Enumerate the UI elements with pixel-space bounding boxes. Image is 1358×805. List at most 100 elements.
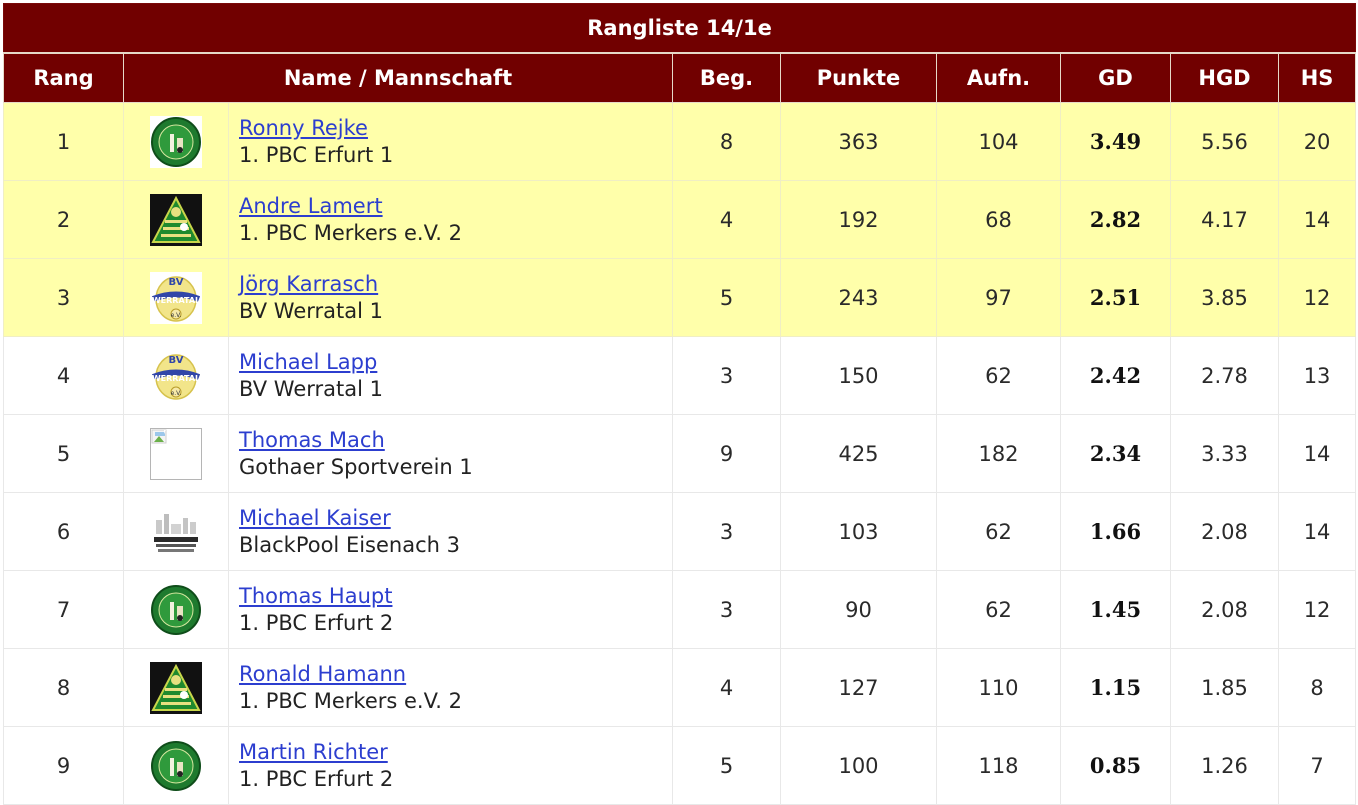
name-cell: Michael Kaiser BlackPool Eisenach 3 (228, 492, 673, 571)
name-cell: Ronald Hamann 1. PBC Merkers e.V. 2 (228, 648, 673, 727)
player-name-link[interactable]: Thomas Haupt (239, 583, 672, 610)
gd-cell: 1.15 (1060, 648, 1171, 727)
header-aufn: Aufn. (936, 52, 1061, 103)
hgd-cell: 4.17 (1170, 180, 1279, 259)
aufn-cell: 97 (936, 258, 1061, 337)
team-logo-icon: BV WERRATAL e.V. (149, 271, 203, 325)
aufn-cell: 62 (936, 336, 1061, 415)
player-name-link[interactable]: Andre Lamert (239, 193, 672, 220)
hs-cell: 8 (1277, 648, 1357, 727)
svg-text:WERRATAL: WERRATAL (152, 374, 200, 383)
beg-cell: 3 (672, 570, 781, 649)
player-name-link[interactable]: Thomas Mach (239, 427, 672, 454)
team-logo-icon (149, 505, 203, 559)
hgd-cell: 1.26 (1170, 726, 1279, 805)
header-beg: Beg. (672, 52, 781, 103)
gd-cell: 1.66 (1060, 492, 1171, 571)
gd-cell: 2.51 (1060, 258, 1171, 337)
ranking-table: Rangliste 14/1e Rang Name / Mannschaft B… (2, 3, 1357, 805)
team-name: 1. PBC Erfurt 2 (239, 766, 394, 791)
name-cell: Thomas Haupt 1. PBC Erfurt 2 (228, 570, 673, 649)
table-row: 3 BV WERRATAL e.V. Jörg Karrasch BV Werrata… (3, 258, 1357, 337)
gd-cell: 0.85 (1060, 726, 1171, 805)
team-logo-cell (123, 648, 229, 727)
name-cell: Michael Lapp BV Werratal 1 (228, 336, 673, 415)
table-row: 9 Martin Richter 1. PBC Erfurt 2 5 100 118 0.… (3, 726, 1357, 805)
punkte-cell: 90 (780, 570, 937, 649)
gd-cell: 3.49 (1060, 102, 1171, 181)
rank-cell: 9 (3, 726, 124, 805)
hs-cell: 13 (1277, 336, 1357, 415)
aufn-cell: 182 (936, 414, 1061, 493)
table-title: Rangliste 14/1e (2, 3, 1357, 54)
team-logo-icon (149, 115, 203, 169)
player-name-link[interactable]: Michael Kaiser (239, 505, 672, 532)
hgd-cell: 1.85 (1170, 648, 1279, 727)
rank-cell: 1 (3, 102, 124, 181)
punkte-cell: 243 (780, 258, 937, 337)
header-hs: HS (1277, 52, 1357, 103)
hgd-cell: 2.08 (1170, 492, 1279, 571)
table-row: 5 Thomas Mach Gothaer Sportverein 1 9 425 18… (3, 414, 1357, 493)
beg-cell: 5 (672, 726, 781, 805)
beg-cell: 3 (672, 492, 781, 571)
beg-cell: 4 (672, 648, 781, 727)
punkte-cell: 103 (780, 492, 937, 571)
player-name-link[interactable]: Ronald Hamann (239, 661, 672, 688)
team-logo-cell (123, 570, 229, 649)
broken-image-icon (149, 427, 203, 481)
punkte-cell: 192 (780, 180, 937, 259)
team-logo-cell (123, 102, 229, 181)
name-cell: Jörg Karrasch BV Werratal 1 (228, 258, 673, 337)
hs-cell: 14 (1277, 492, 1357, 571)
hs-cell: 20 (1277, 102, 1357, 181)
team-logo-cell (123, 414, 229, 493)
table-row: 6 Michael Kaiser BlackPool Eisenach 3 3 103… (3, 492, 1357, 571)
team-logo-icon (149, 739, 203, 793)
header-hgd: HGD (1170, 52, 1279, 103)
name-cell: Martin Richter 1. PBC Erfurt 2 (228, 726, 673, 805)
punkte-cell: 363 (780, 102, 937, 181)
team-logo-cell: BV WERRATAL e.V. (123, 258, 229, 337)
rank-cell: 3 (3, 258, 124, 337)
name-cell: Ronny Rejke 1. PBC Erfurt 1 (228, 102, 673, 181)
header-punkte: Punkte (780, 52, 937, 103)
name-cell: Thomas Mach Gothaer Sportverein 1 (228, 414, 673, 493)
table-row: 8 Ronald Hamann 1. PBC Merkers e.V. 2 4 127… (3, 648, 1357, 727)
gd-cell: 2.82 (1060, 180, 1171, 259)
hgd-cell: 2.78 (1170, 336, 1279, 415)
aufn-cell: 118 (936, 726, 1061, 805)
header-gd: GD (1060, 52, 1171, 103)
team-name: BlackPool Eisenach 3 (239, 532, 460, 557)
aufn-cell: 62 (936, 570, 1061, 649)
team-logo-icon: BV WERRATAL e.V. (149, 349, 203, 403)
team-logo-cell: BV WERRATAL e.V. (123, 336, 229, 415)
team-name: 1. PBC Erfurt 1 (239, 142, 394, 167)
punkte-cell: 150 (780, 336, 937, 415)
aufn-cell: 104 (936, 102, 1061, 181)
team-logo-cell (123, 492, 229, 571)
team-name: 1. PBC Merkers e.V. 2 (239, 220, 462, 245)
name-cell: Andre Lamert 1. PBC Merkers e.V. 2 (228, 180, 673, 259)
hgd-cell: 3.85 (1170, 258, 1279, 337)
svg-text:e.V.: e.V. (171, 312, 182, 319)
hs-cell: 14 (1277, 414, 1357, 493)
player-name-link[interactable]: Martin Richter (239, 739, 672, 766)
punkte-cell: 425 (780, 414, 937, 493)
player-name-link[interactable]: Ronny Rejke (239, 115, 672, 142)
svg-text:BV: BV (169, 355, 184, 366)
hgd-cell: 5.56 (1170, 102, 1279, 181)
rank-cell: 6 (3, 492, 124, 571)
beg-cell: 3 (672, 336, 781, 415)
ranking-rows: 1 Ronny Rejke 1. PBC Erfurt 1 8 363 104 3.49 5… (3, 102, 1357, 805)
team-logo-icon (149, 661, 203, 715)
player-name-link[interactable]: Michael Lapp (239, 349, 672, 376)
table-row: 2 Andre Lamert 1. PBC Merkers e.V. 2 4 192 6… (3, 180, 1357, 259)
player-name-link[interactable]: Jörg Karrasch (239, 271, 672, 298)
team-logo-icon (149, 583, 203, 637)
aufn-cell: 62 (936, 492, 1061, 571)
team-name: BV Werratal 1 (239, 376, 383, 401)
beg-cell: 8 (672, 102, 781, 181)
beg-cell: 9 (672, 414, 781, 493)
hs-cell: 7 (1277, 726, 1357, 805)
